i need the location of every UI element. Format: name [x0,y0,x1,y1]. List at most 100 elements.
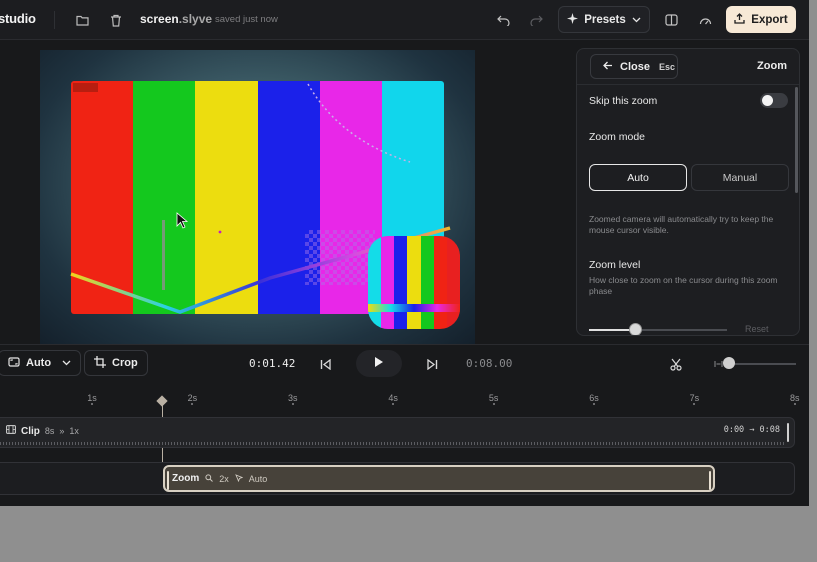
tick-label: 8s [790,393,800,403]
tick-label: 3s [288,393,298,403]
skip-zoom-toggle[interactable] [760,93,788,108]
presets-button[interactable]: Presets [558,6,650,33]
webcam-color-bar [368,236,382,329]
file-name-base: screen [140,12,179,26]
timeline-ruler[interactable]: 1s 2s 3s 4s 5s 6s 7s 8s [0,386,809,408]
tick-mark [91,403,93,405]
play-icon [374,355,384,373]
play-button[interactable] [356,350,402,377]
clip-label: Clip 8s » 1x [6,425,79,437]
zoom-level-description: How close to zoom on the cursor during t… [589,275,778,296]
cursor-icon [234,473,243,484]
fast-forward-icon: » [59,426,65,436]
folder-icon[interactable] [74,12,90,28]
close-panel-button[interactable]: Close Esc [590,54,678,79]
skip-forward-icon[interactable] [424,356,440,372]
webcam-color-bar [446,236,460,329]
clip-duration: 8s [44,426,55,436]
file-name[interactable]: screen.slyve [140,12,212,26]
file-extension: .slyve [178,12,213,26]
webcam-color-bar [407,236,421,329]
zoom-mode-manual-button[interactable]: Manual [691,164,789,191]
top-toolbar: studio screen.slyve saved just now Prese… [0,0,809,40]
webcam-color-band [368,304,460,312]
tick-label: 5s [488,393,499,403]
zoom-level-label: Zoom level [589,259,641,271]
scissors-icon[interactable] [668,356,684,372]
chevron-down-icon [632,14,641,26]
sparkle-icon [567,12,579,27]
webcam-color-bar [394,236,408,329]
export-button[interactable]: Export [726,6,796,33]
tick-mark [593,403,595,405]
aspect-ratio-select[interactable]: Auto [0,350,82,376]
skip-zoom-label: Skip this zoom [589,95,658,107]
frame-timestamp-overlay [73,83,98,92]
tick-mark [793,403,796,405]
zoom-segment-mode: Auto [248,473,268,484]
clip-track[interactable]: Clip 8s » 1x 0:00 → 0:08 [0,417,795,448]
zoom-segment[interactable]: Zoom 2x Auto [163,465,715,492]
clip-range: 0:00 → 0:08 [723,425,780,435]
zoom-trim-handle-right[interactable] [709,471,711,490]
timeline-zoom-handle[interactable] [723,357,735,369]
color-bar [195,81,258,314]
tick-label: 4s [388,393,398,403]
zoom-segment-name: Zoom [172,473,200,484]
zoom-segment-level: 2x [219,473,229,484]
film-icon [6,425,16,437]
tick-mark [693,403,696,405]
arrow-left-icon [603,61,613,73]
webcam-bubble[interactable] [368,236,460,329]
panel-scrollbar[interactable] [795,87,798,193]
upload-icon [734,12,745,27]
playback-controls: Auto Crop 0:01.42 0:08.00 [0,344,809,382]
tick-mark [191,403,194,405]
zoom-trim-handle-left[interactable] [167,471,169,490]
tick-label: 6s [589,393,599,403]
redo-icon[interactable] [528,12,544,28]
checker-pattern [305,230,375,285]
clip-speed: 1x [69,426,79,436]
clip-trim-handle-right[interactable] [787,423,789,442]
zoom-segment-label: Zoom 2x Auto [172,473,267,484]
clip-name: Clip [21,425,40,437]
zoom-settings-panel: Close Esc Zoom Skip this zoom Zoom mode … [576,48,800,336]
tick-mark [392,403,395,405]
panel-header: Close Esc Zoom [577,49,799,85]
close-label: Close [620,60,650,73]
webcam-color-bar [433,236,447,329]
panel-title: Zoom [757,60,787,72]
color-bar [71,81,134,314]
clip-waveform [0,442,786,445]
color-bar [133,81,196,314]
app-window: studio screen.slyve saved just now Prese… [0,0,809,506]
zoom-level-slider-handle[interactable] [629,323,642,335]
timeline-zoom-slider[interactable] [728,363,796,365]
tick-mark [492,403,495,405]
crop-icon [94,355,106,371]
save-status: saved just now [215,14,278,25]
webcam-color-bar [420,236,434,329]
video-preview[interactable] [40,50,475,344]
zoom-mode-description: Zoomed camera will automatically try to … [589,214,774,235]
crop-label: Crop [112,357,138,369]
close-shortcut: Esc [658,61,675,72]
toolbar-divider [54,11,55,29]
zoom-mode-label: Zoom mode [589,131,646,143]
zoom-mode-auto-button[interactable]: Auto [589,164,687,191]
layout-panel-icon[interactable] [663,12,679,28]
total-time: 0:08.00 [466,357,513,370]
aspect-ratio-icon [8,356,20,370]
trash-icon[interactable] [108,12,124,28]
current-time: 0:01.42 [249,357,296,370]
webcam-color-bar [381,236,395,329]
aspect-ratio-value: Auto [26,357,52,369]
reset-button[interactable]: Reset [745,324,769,334]
crop-button[interactable]: Crop [84,350,148,376]
undo-icon[interactable] [495,12,511,28]
tick-label: 1s [87,393,97,403]
tick-label: 2s [187,393,198,403]
gauge-icon[interactable] [697,12,713,28]
skip-back-icon[interactable] [317,356,333,372]
